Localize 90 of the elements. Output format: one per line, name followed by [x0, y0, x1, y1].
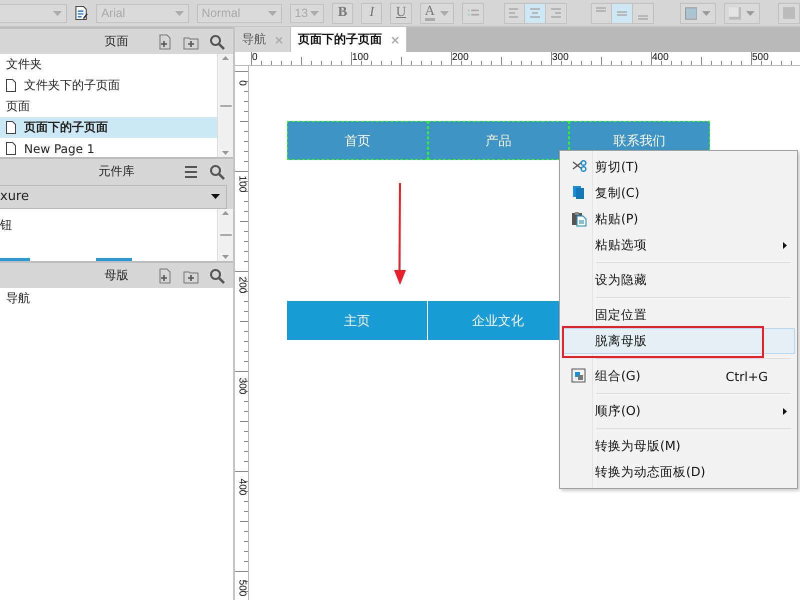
page-icon: [6, 142, 16, 155]
panel-title: 元件库: [98, 164, 134, 178]
ruler-label: 0: [236, 80, 248, 86]
caret-icon: [268, 10, 277, 16]
add-page-icon[interactable]: [157, 268, 173, 284]
search-icon[interactable]: [209, 164, 225, 180]
valign-button[interactable]: [612, 2, 633, 24]
menu-item[interactable]: 粘贴选项: [562, 232, 795, 258]
document-tab[interactable]: 导航 ×: [235, 27, 292, 52]
lines-icon: [550, 8, 561, 18]
scroll-thumb[interactable]: [220, 234, 232, 236]
page-item[interactable]: 页面下的子页面: [0, 117, 217, 138]
valign-button[interactable]: [632, 2, 654, 24]
ruler-label: 400: [236, 478, 248, 496]
cut-icon: [571, 159, 587, 175]
page-item[interactable]: New Page 1: [0, 138, 217, 159]
menu-icon[interactable]: [183, 164, 199, 180]
page-style-icon[interactable]: [75, 5, 88, 21]
folder-item[interactable]: 文件夹: [0, 54, 217, 75]
ruler-label: 100: [352, 52, 369, 63]
ruler-label: 500: [236, 580, 248, 596]
toolbar-dropdown[interactable]: [0, 4, 68, 22]
scroll-down-icon[interactable]: [222, 255, 229, 259]
scrollbar[interactable]: [217, 54, 233, 157]
scroll-thumb[interactable]: [220, 104, 232, 106]
align-button[interactable]: [504, 2, 525, 24]
page-icon: [6, 79, 16, 92]
caret-icon: [53, 10, 62, 16]
caret-icon: [174, 10, 184, 16]
shortcut-label: Ctrl+G: [726, 368, 769, 384]
lines-icon: [596, 6, 606, 12]
border-button[interactable]: [724, 2, 760, 24]
ruler-label: 200: [452, 52, 469, 63]
swatch-icon: [684, 6, 698, 20]
scrollbar[interactable]: [217, 209, 233, 261]
menu-item[interactable]: 粘贴(P): [562, 206, 795, 232]
page-name: 文件夹下的子页面: [24, 77, 120, 94]
page-name: New Page 1: [24, 142, 94, 156]
search-icon[interactable]: [209, 268, 225, 284]
panel-title: 母版: [104, 268, 128, 282]
ruler-label: 300: [552, 52, 569, 63]
lines-icon: [638, 14, 648, 20]
menu-item[interactable]: 转换为母版(M): [562, 433, 795, 459]
list-icon: [466, 8, 479, 18]
align-button[interactable]: [546, 2, 567, 24]
group-icon: [571, 368, 587, 384]
master-item[interactable]: 导航: [6, 290, 30, 307]
border-icon: [728, 6, 742, 20]
caret-icon: [310, 10, 319, 16]
scroll-up-icon[interactable]: [222, 56, 229, 60]
more-button[interactable]: [778, 2, 800, 24]
menu-item[interactable]: 顺序(O): [562, 398, 795, 424]
ruler-label: 100: [236, 176, 248, 192]
page-icon: [6, 121, 16, 134]
widget-label[interactable]: 钮: [0, 217, 12, 234]
document-tab[interactable]: 页面下的子页面 ×: [291, 27, 408, 52]
ruler-label: 300: [236, 378, 248, 394]
scroll-up-icon[interactable]: [222, 211, 229, 215]
page-item[interactable]: 文件夹下的子页面: [0, 75, 217, 96]
folder-item[interactable]: 页面: [0, 96, 217, 117]
ruler-label: 500: [752, 52, 769, 63]
menu-item[interactable]: 转换为动态面板(D): [562, 459, 795, 485]
page-name: 页面下的子页面: [24, 119, 108, 136]
menu-item[interactable]: 设为隐藏: [562, 267, 795, 293]
valign-button[interactable]: [590, 2, 612, 24]
align-button[interactable]: [524, 2, 546, 24]
fill-color-button[interactable]: [680, 2, 716, 24]
folder-name: 文件夹: [6, 56, 42, 73]
menu-item[interactable]: 复制(C): [562, 180, 795, 206]
search-icon[interactable]: [209, 34, 225, 50]
shape-icon: [782, 7, 795, 19]
copy-icon: [571, 185, 587, 201]
library-dropdown[interactable]: xure: [0, 184, 227, 208]
ruler-label: 400: [652, 52, 669, 63]
bullets-button[interactable]: [462, 2, 484, 24]
scroll-down-icon[interactable]: [222, 151, 229, 155]
panel-title: 页面: [104, 34, 128, 48]
lines-icon: [530, 8, 540, 18]
add-page-icon[interactable]: [157, 34, 173, 50]
caret-icon: [702, 10, 711, 16]
ruler-label: 200: [236, 276, 248, 294]
caret-icon: [211, 194, 220, 199]
caret-icon: [440, 10, 449, 16]
menu-item[interactable]: 组合(G) Ctrl+G: [562, 363, 795, 389]
folder-name: 页面: [6, 98, 30, 115]
lines-icon: [616, 10, 627, 16]
paste-icon: [571, 211, 587, 227]
ruler-label: 0: [252, 52, 258, 63]
caret-icon: [746, 10, 755, 16]
lines-icon: [509, 8, 520, 18]
